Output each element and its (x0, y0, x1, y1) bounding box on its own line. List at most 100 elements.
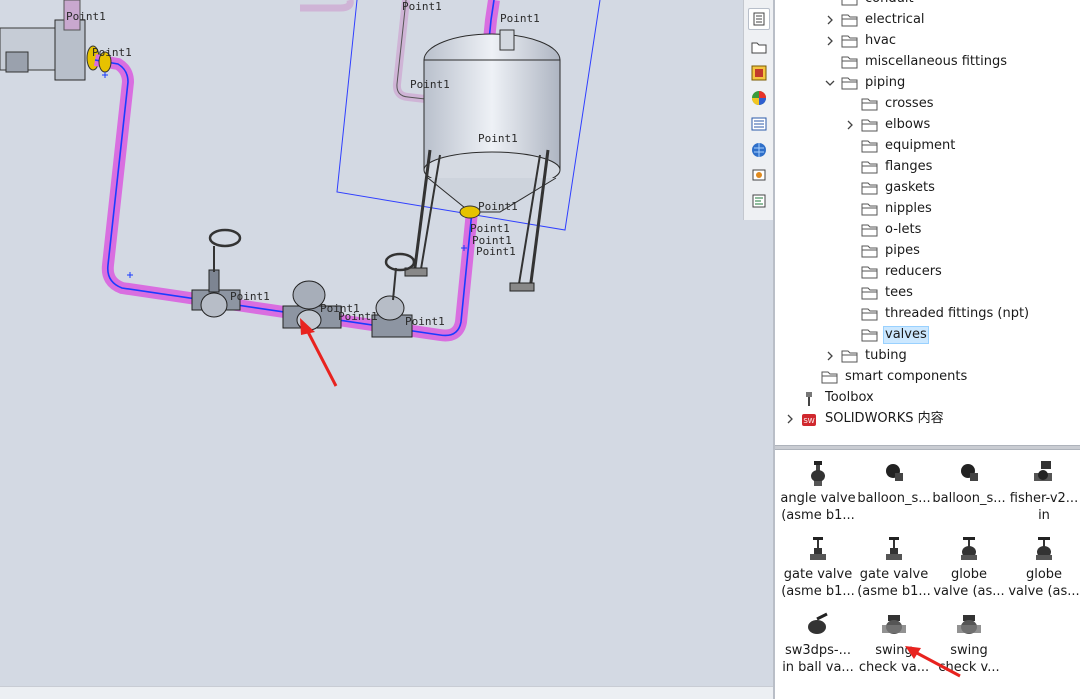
palette-item-label-line2: check va... (858, 660, 930, 675)
appearances-icon[interactable] (748, 87, 770, 109)
palette-item-label: gate valve (783, 567, 853, 582)
folder-icon (841, 55, 859, 69)
palette-item[interactable]: globe valve (as... (1005, 534, 1080, 600)
palette-item[interactable]: sw3dps-... in ball va... (779, 610, 857, 676)
palette-item[interactable]: globe valve (as... (930, 534, 1008, 600)
tree-item-label: SOLIDWORKS 内容 (825, 411, 944, 426)
tree-item[interactable]: tees (843, 283, 915, 303)
tree-item[interactable]: flanges (843, 157, 934, 177)
angle-valve-icon (779, 458, 857, 488)
tree-item[interactable]: equipment (843, 136, 957, 156)
tree-item[interactable]: gaskets (843, 178, 937, 198)
palette-item-label: balloon_s... (932, 491, 1006, 506)
point-label: Point1 (230, 290, 270, 303)
solidworks-resources-icon[interactable] (748, 139, 770, 161)
globe-valve-icon (930, 534, 1008, 564)
palette-item[interactable]: swing check v... (930, 610, 1008, 676)
folder-icon (861, 244, 879, 258)
palette-item[interactable]: gate valve (asme b1... (779, 534, 857, 600)
chevron-right-icon[interactable] (843, 118, 857, 132)
view-palette-icon[interactable] (748, 62, 770, 84)
palette-item[interactable]: balloon_s... (855, 458, 933, 507)
tree-item[interactable]: piping (823, 73, 907, 93)
forum-icon[interactable] (748, 190, 770, 212)
palette-item-label: angle valve (780, 491, 856, 506)
tree-item[interactable]: conduit (823, 0, 916, 9)
ball-valve-icon (779, 610, 857, 640)
file-explorer-icon[interactable] (748, 36, 770, 58)
palette-item[interactable]: gate valve (asme b1... (855, 534, 933, 600)
tree-item[interactable]: nipples (843, 199, 934, 219)
palette-item[interactable]: fisher-v2... in (1005, 458, 1080, 524)
tree-item[interactable]: electrical (823, 10, 927, 30)
balloon-valve-icon (855, 458, 933, 488)
graphics-viewport[interactable]: Point1 Point1 Point1 Point1 Point1 Point… (0, 0, 773, 699)
point-label: Point1 (478, 200, 518, 213)
tree-item[interactable]: o-lets (843, 220, 923, 240)
palette-item-label: fisher-v2... (1009, 491, 1079, 506)
tree-item[interactable]: miscellaneous fittings (823, 52, 1009, 72)
palette-item[interactable]: swing check va... (855, 610, 933, 676)
folder-icon (861, 160, 879, 174)
swing-check-valve-icon (930, 610, 1008, 640)
point-label: Point1 (410, 78, 450, 91)
component-palette: angle valve (asme b1... balloon_s... balloo… (775, 450, 1080, 699)
tree-item[interactable]: valves (843, 325, 929, 345)
point-label: Point1 (476, 245, 516, 258)
tree-item[interactable]: pipes (843, 241, 922, 261)
chevron-right-icon[interactable] (823, 13, 837, 27)
task-pane-tabs (743, 0, 773, 220)
piping-assembly-model[interactable]: Point1 Point1 Point1 Point1 Point1 Point… (0, 0, 773, 699)
tree-item-label: hvac (865, 33, 897, 48)
solidworks-content-icon: SW (801, 412, 819, 426)
tree-item-label: elbows (885, 117, 931, 132)
tree-item[interactable]: reducers (843, 262, 944, 282)
custom-properties-icon[interactable] (748, 113, 770, 135)
palette-item-label: globe (950, 567, 988, 582)
tree-item-label: threaded fittings (npt) (885, 306, 1030, 321)
design-library-icon[interactable] (748, 164, 770, 186)
palette-item-label: gate valve (859, 567, 929, 582)
tree-item[interactable]: smart components (803, 367, 969, 387)
tree-item[interactable]: elbows (843, 115, 932, 135)
tree-item[interactable]: SW SOLIDWORKS 内容 (783, 409, 946, 429)
globe-valve-icon (1005, 534, 1080, 564)
palette-item-label-line2: (asme b1... (781, 508, 855, 523)
tree-item[interactable]: crosses (843, 94, 935, 114)
tree-item-label: reducers (885, 264, 942, 279)
parts-icon[interactable] (748, 8, 770, 30)
palette-item-label: sw3dps-... (784, 643, 852, 658)
tree-item-label: smart components (845, 369, 968, 384)
tree-item[interactable]: Toolbox (783, 388, 876, 408)
palette-item-label: swing (875, 643, 913, 658)
point-label: Point1 (402, 0, 442, 13)
fisher-valve-icon (1005, 458, 1080, 488)
status-strip (0, 686, 773, 699)
tree-item[interactable]: threaded fittings (npt) (843, 304, 1031, 324)
tree-item-label: piping (865, 75, 906, 90)
gate-valve-model[interactable] (191, 228, 242, 318)
palette-item-label-line2: in ball va... (782, 660, 854, 675)
chevron-down-icon[interactable] (823, 76, 837, 90)
chevron-right-icon[interactable] (823, 349, 837, 363)
tree-item[interactable]: hvac (823, 31, 898, 51)
tree-item[interactable]: tubing (823, 346, 909, 366)
palette-item[interactable]: angle valve (asme b1... (779, 458, 857, 524)
point-label: Point1 (92, 46, 132, 59)
folder-icon (841, 349, 859, 363)
folder-icon (841, 13, 859, 27)
chevron-right-icon[interactable] (823, 34, 837, 48)
point-label: Point1 (405, 315, 445, 328)
chevron-right-icon[interactable] (783, 412, 797, 426)
palette-item[interactable]: balloon_s... (930, 458, 1008, 507)
folder-icon (861, 328, 879, 342)
palette-item-label-line2: (asme b1... (857, 584, 931, 599)
tree-item-label: miscellaneous fittings (865, 54, 1007, 69)
tree-item-label: crosses (885, 96, 934, 111)
tree-item-label: flanges (885, 159, 933, 174)
